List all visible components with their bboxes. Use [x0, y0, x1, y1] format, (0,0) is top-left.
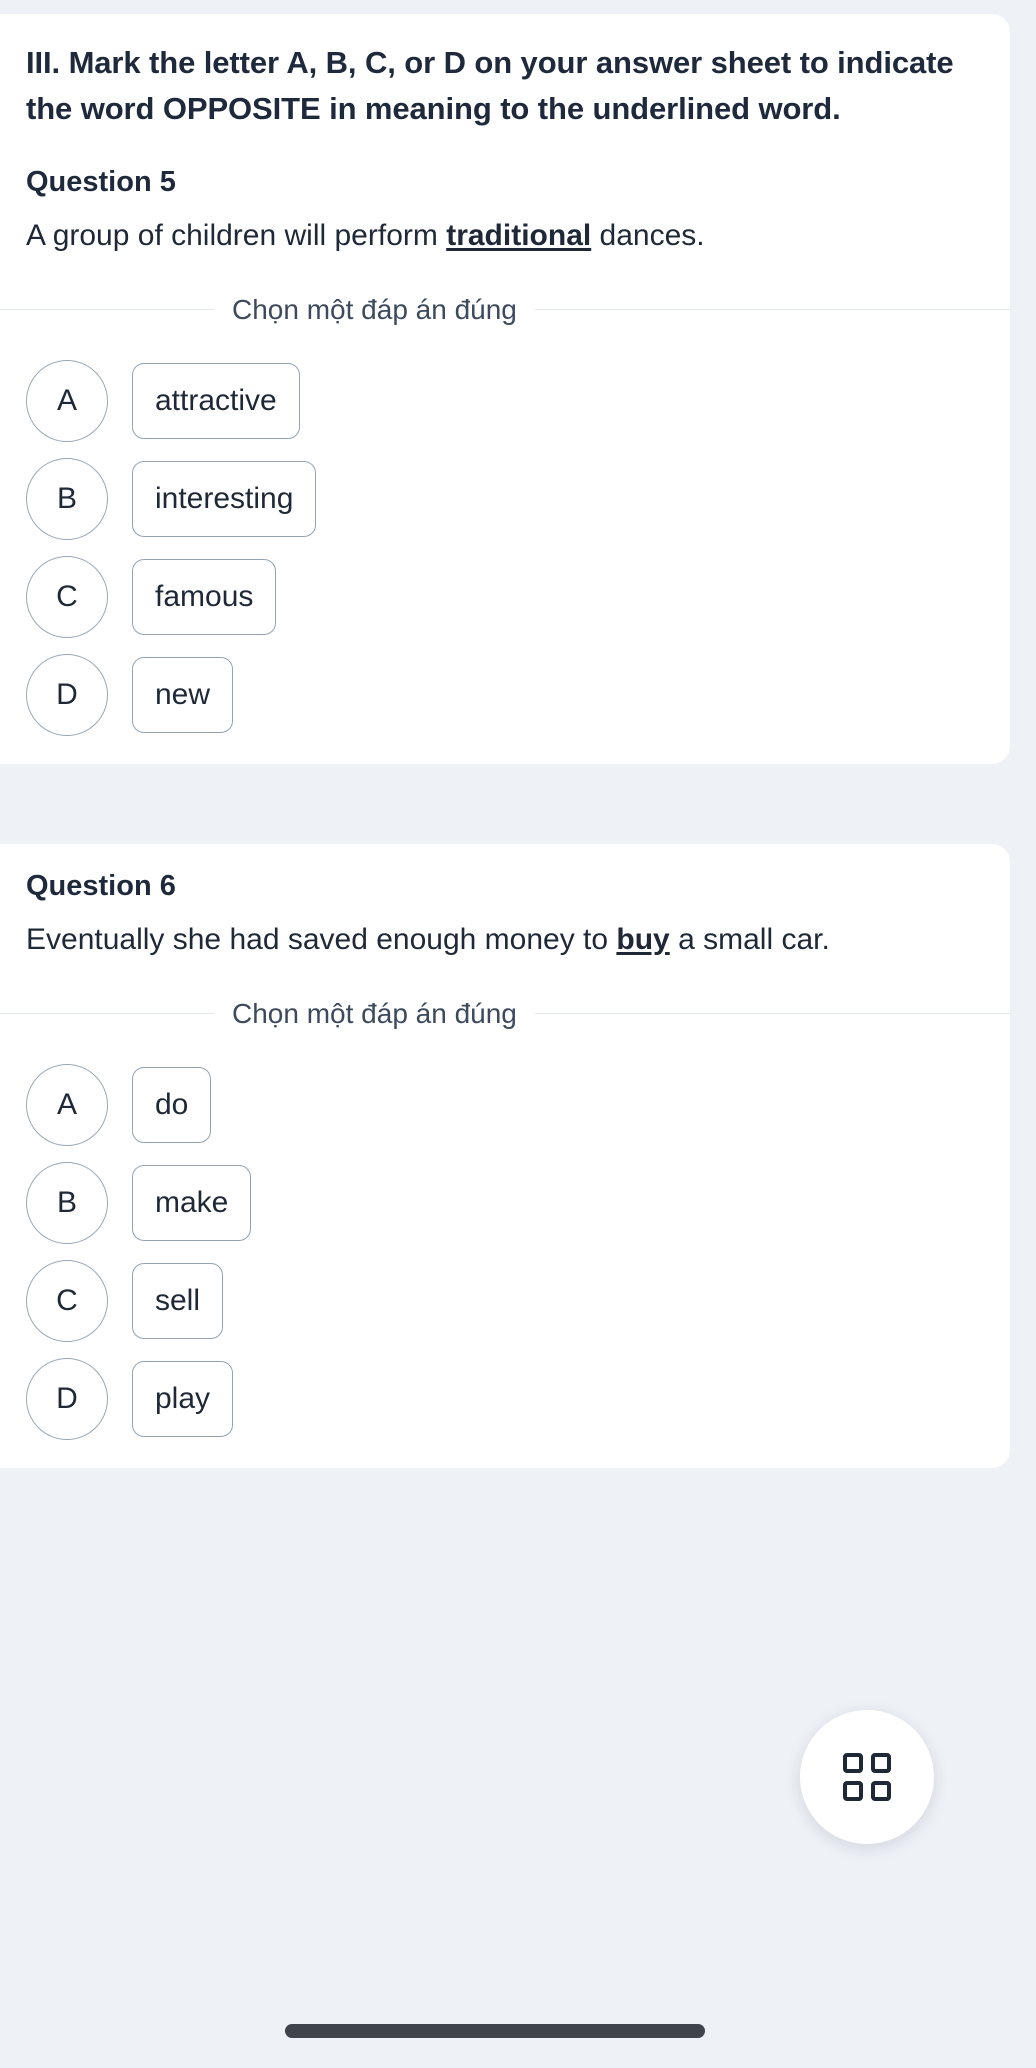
answer-divider: Chọn một đáp án đúng: [0, 294, 1010, 326]
option-text-a[interactable]: attractive: [132, 362, 300, 439]
option-text-d[interactable]: play: [132, 1360, 234, 1437]
options-list: A attractive B interesting C famous D ne…: [26, 348, 980, 736]
option-text-b[interactable]: interesting: [132, 460, 317, 537]
app-root: III. Mark the letter A, B, C, or D on yo…: [0, 0, 1036, 2068]
option-text-c[interactable]: famous: [132, 558, 277, 635]
option-text-a[interactable]: do: [132, 1066, 212, 1143]
home-indicator[interactable]: [285, 2024, 705, 2038]
option-letter-a[interactable]: A: [26, 359, 108, 442]
grid-cell: [871, 1781, 891, 1801]
divider-caption: Chọn một đáp án đúng: [232, 293, 517, 325]
question-card: Question 6 Eventually she had saved enou…: [0, 843, 1010, 1468]
instruction-text: III. Mark the letter A, B, C, or D on yo…: [26, 45, 954, 126]
question-navigator-button[interactable]: [800, 1710, 934, 1844]
option-text-b[interactable]: make: [132, 1164, 252, 1241]
question-label: Question 5: [26, 165, 176, 198]
card-separator: [0, 763, 1036, 844]
option-row[interactable]: A attractive: [26, 359, 980, 442]
option-letter-d[interactable]: D: [26, 1357, 108, 1440]
option-letter-a[interactable]: A: [26, 1063, 108, 1146]
option-row[interactable]: D play: [26, 1357, 980, 1440]
option-letter-b[interactable]: B: [26, 1161, 108, 1244]
option-row[interactable]: B interesting: [26, 457, 980, 540]
stem-underlined-word: buy: [616, 922, 670, 956]
divider-rule-left: [0, 309, 214, 311]
options-list: A do B make C sell D play: [26, 1052, 980, 1440]
option-row[interactable]: C sell: [26, 1259, 980, 1342]
question-label: Question 6: [26, 869, 176, 902]
stem-after: a small car.: [669, 922, 830, 956]
option-letter-b[interactable]: B: [26, 457, 108, 540]
option-letter-c[interactable]: C: [26, 1259, 108, 1342]
stem-underlined-word: traditional: [446, 218, 592, 252]
grid-cell: [871, 1753, 891, 1773]
grid-cell: [843, 1781, 863, 1801]
divider-rule-right: [534, 309, 1010, 311]
option-row[interactable]: D new: [26, 653, 980, 736]
top-spacer: [0, 0, 1036, 14]
bottom-bar: [0, 2000, 1036, 2068]
grid-2x2-icon: [843, 1753, 891, 1801]
option-text-d[interactable]: new: [132, 656, 234, 733]
question-card: III. Mark the letter A, B, C, or D on yo…: [0, 14, 1010, 764]
question-stem: A group of children will perform traditi…: [26, 213, 980, 258]
divider-rule-left: [0, 1013, 214, 1015]
question-stem: Eventually she had saved enough money to…: [26, 917, 980, 962]
grid-cell: [843, 1753, 863, 1773]
option-row[interactable]: B make: [26, 1161, 980, 1244]
option-text-c[interactable]: sell: [132, 1262, 224, 1339]
divider-rule-right: [534, 1013, 1010, 1015]
stem-before: Eventually she had saved enough money to: [26, 922, 617, 956]
option-row[interactable]: A do: [26, 1063, 980, 1146]
divider-caption: Chọn một đáp án đúng: [232, 997, 517, 1029]
option-letter-c[interactable]: C: [26, 555, 108, 638]
stem-before: A group of children will perform: [26, 218, 447, 252]
option-row[interactable]: C famous: [26, 555, 980, 638]
question-scroll-area[interactable]: III. Mark the letter A, B, C, or D on yo…: [0, 0, 1036, 2000]
stem-after: dances.: [591, 218, 705, 252]
answer-divider: Chọn một đáp án đúng: [0, 998, 1010, 1030]
option-letter-d[interactable]: D: [26, 653, 108, 736]
